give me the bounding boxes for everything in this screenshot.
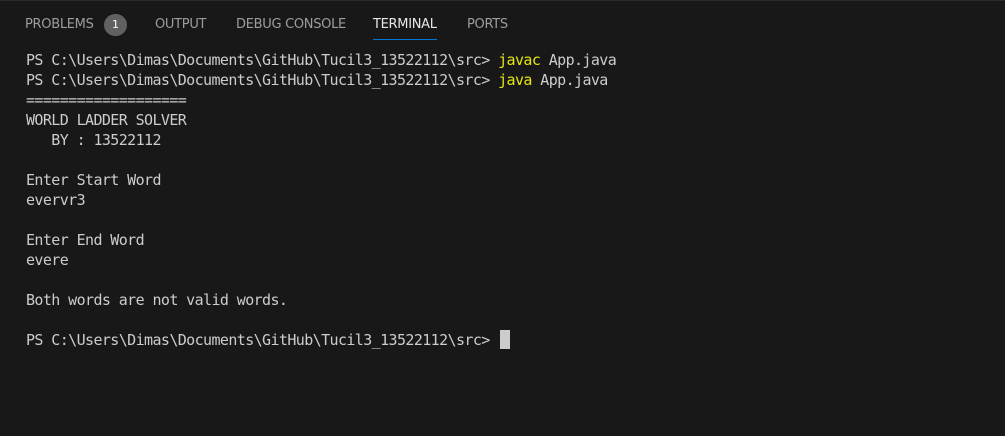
command-javac: javac: [498, 51, 541, 69]
tab-output[interactable]: OUTPUT: [155, 1, 206, 47]
tab-ports[interactable]: PORTS: [467, 1, 508, 47]
output-result: Both words are not valid words.: [26, 291, 288, 309]
tab-debug-console[interactable]: DEBUG CONSOLE: [236, 1, 346, 47]
command-arg: App.java: [531, 71, 608, 89]
output-byline: BY : 13522112: [26, 131, 161, 149]
terminal-line-java: PS C:\Users\Dimas\Documents\GitHub\Tucil…: [26, 70, 995, 90]
terminal-panel: PROBLEMS 1 OUTPUT DEBUG CONSOLE TERMINAL…: [0, 0, 1005, 436]
text-cursor: [500, 330, 511, 349]
terminal-output[interactable]: PS C:\Users\Dimas\Documents\GitHub\Tucil…: [26, 50, 995, 350]
tab-problems-label: PROBLEMS: [25, 17, 94, 32]
panel-tab-bar: PROBLEMS 1 OUTPUT DEBUG CONSOLE TERMINAL…: [0, 1, 1005, 47]
terminal-line-current[interactable]: PS C:\Users\Dimas\Documents\GitHub\Tucil…: [26, 330, 995, 350]
tab-ports-label: PORTS: [467, 17, 508, 32]
tab-output-label: OUTPUT: [155, 17, 207, 32]
prompt-text: PS C:\Users\Dimas\Documents\GitHub\Tucil…: [26, 51, 499, 69]
tab-debug-console-label: DEBUG CONSOLE: [236, 17, 346, 32]
output-title: WORLD LADDER SOLVER: [26, 111, 187, 129]
command-arg: App.java: [540, 51, 617, 69]
prompt-text: PS C:\Users\Dimas\Documents\GitHub\Tucil…: [26, 71, 499, 89]
problems-count-badge: 1: [104, 14, 127, 36]
command-java: java: [498, 71, 532, 89]
output-end-prompt: Enter End Word: [26, 231, 145, 249]
output-start-input: evervr3: [26, 191, 86, 209]
output-end-input: evere: [26, 251, 69, 269]
tab-terminal[interactable]: TERMINAL: [373, 1, 437, 47]
terminal-line-javac: PS C:\Users\Dimas\Documents\GitHub\Tucil…: [26, 50, 995, 70]
prompt-text: PS C:\Users\Dimas\Documents\GitHub\Tucil…: [26, 331, 499, 349]
output-start-prompt: Enter Start Word: [26, 171, 162, 189]
tab-problems[interactable]: PROBLEMS: [25, 1, 94, 47]
output-separator: ===================: [26, 91, 187, 109]
tab-terminal-label: TERMINAL: [373, 17, 437, 32]
